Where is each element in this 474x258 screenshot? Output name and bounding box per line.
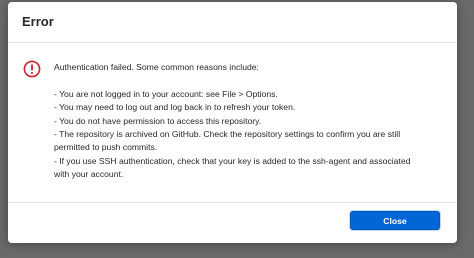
error-message: Authentication failed. Some common reaso… [54, 61, 449, 182]
reason-line: - You may need to log out and log back i… [54, 102, 296, 113]
close-button[interactable]: Close [350, 211, 440, 230]
error-circle-icon [23, 60, 41, 78]
reason-line: with your account. [54, 169, 124, 180]
dialog-header: Error [8, 2, 457, 43]
reason-line: - If you use SSH authentication, check t… [54, 155, 411, 166]
dialog-footer: Close [8, 202, 457, 243]
dialog-title: Error [22, 14, 54, 29]
reason-line: permitted to push commits. [54, 142, 158, 153]
reason-line: - The repository is archived on GitHub. … [54, 129, 401, 140]
error-dialog: Error Authentication failed. Some common… [8, 2, 457, 243]
message-intro: Authentication failed. Some common reaso… [54, 62, 259, 72]
reason-line: - You are not logged in to your account:… [54, 88, 278, 99]
message-spacer [54, 74, 449, 87]
reason-line: - You do not have permission to access t… [54, 115, 262, 126]
